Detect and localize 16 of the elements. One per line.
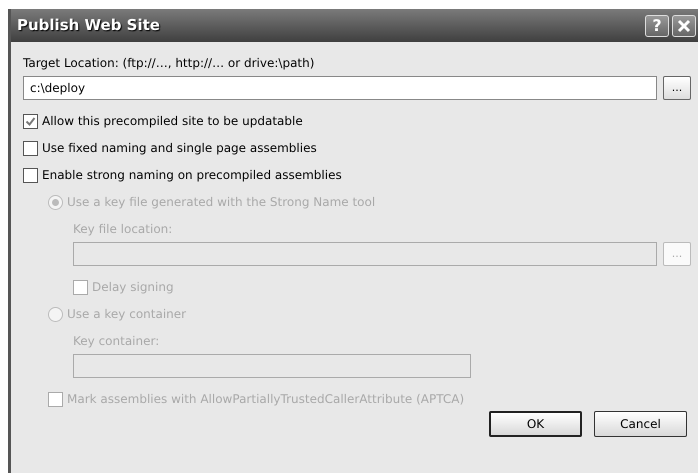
- checkbox-label[interactable]: Enable strong naming on precompiled assemblies: [42, 166, 342, 184]
- text-field[interactable]: c:\deploy: [23, 76, 657, 100]
- dialog-button[interactable]: OK: [489, 411, 582, 437]
- checkbox-label[interactable]: Use fixed naming and single page assemblies: [42, 139, 317, 157]
- dialog-button[interactable]: Cancel: [594, 411, 687, 437]
- help-button[interactable]: ?: [645, 14, 669, 36]
- checkbox-label[interactable]: Allow this precompiled site to be updatable: [42, 112, 303, 130]
- close-icon[interactable]: [672, 14, 696, 36]
- field-label: Key file location:: [73, 221, 172, 238]
- browse-button[interactable]: ...: [663, 76, 691, 100]
- field-label: Target Location: (ftp://…, http://… or drive:\path): [23, 55, 314, 72]
- field-label: Key container:: [73, 333, 160, 350]
- checkbox[interactable]: [23, 140, 38, 156]
- checkbox[interactable]: [23, 114, 38, 128]
- window-title: Publish Web Site: [17, 15, 161, 36]
- checkbox[interactable]: [23, 168, 38, 182]
